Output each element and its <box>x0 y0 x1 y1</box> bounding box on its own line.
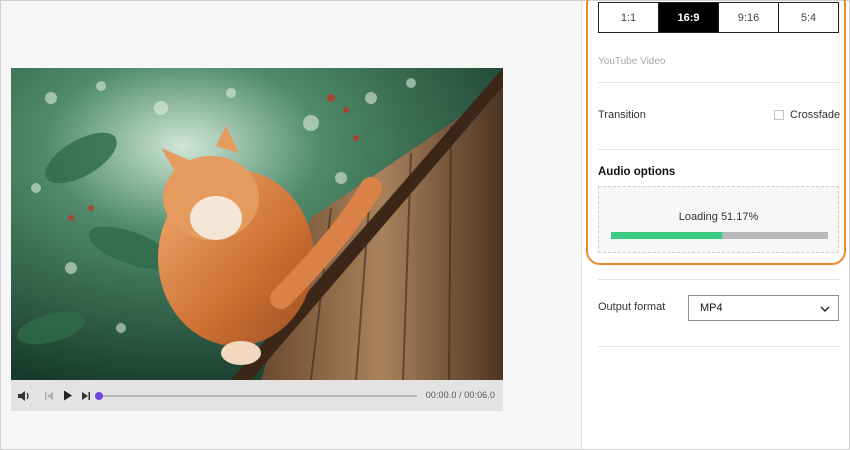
next-frame-icon[interactable] <box>80 389 92 402</box>
aspect-ratio-option[interactable]: 1:1 <box>599 3 659 32</box>
loading-progress-bar <box>611 232 828 239</box>
time-readout: 00:00.0 / 00:06.0 <box>425 390 495 400</box>
divider <box>598 82 839 83</box>
video-frame-cat-on-fence <box>11 68 503 380</box>
aspect-ratio-option[interactable]: 16:9 <box>659 3 719 32</box>
previous-frame-icon[interactable] <box>43 389 55 402</box>
seek-handle[interactable] <box>95 392 103 400</box>
video-preview[interactable] <box>11 68 503 380</box>
loading-progress-fill <box>611 232 723 239</box>
panel-divider <box>581 1 582 449</box>
aspect-ratio-caption: YouTube Video <box>598 56 666 67</box>
audio-drop-zone[interactable]: Loading 51.17% <box>598 186 839 253</box>
loading-status: Loading 51.17% <box>678 211 759 223</box>
aspect-ratio-option[interactable]: 5:4 <box>779 3 838 32</box>
divider <box>598 149 839 150</box>
transition-label: Transition <box>598 109 646 121</box>
crossfade-label: Crossfade <box>790 109 841 121</box>
aspect-ratio-option[interactable]: 9:16 <box>719 3 779 32</box>
divider <box>598 279 839 280</box>
play-icon[interactable] <box>62 389 74 402</box>
aspect-ratio-selector: 1:1 16:9 9:16 5:4 <box>598 2 839 33</box>
chevron-down-icon <box>820 304 830 316</box>
volume-icon[interactable] <box>18 389 32 402</box>
checkbox-box[interactable] <box>774 110 784 120</box>
player-controls: 00:00.0 / 00:06.0 <box>11 380 503 411</box>
audio-options-title: Audio options <box>598 166 676 178</box>
divider <box>598 346 839 347</box>
seek-bar[interactable] <box>95 392 417 400</box>
crossfade-checkbox[interactable]: Crossfade <box>774 109 840 121</box>
output-format-label: Output format <box>598 301 666 313</box>
output-format-value: MP4 <box>700 302 723 314</box>
output-format-select[interactable]: MP4 <box>688 295 839 321</box>
